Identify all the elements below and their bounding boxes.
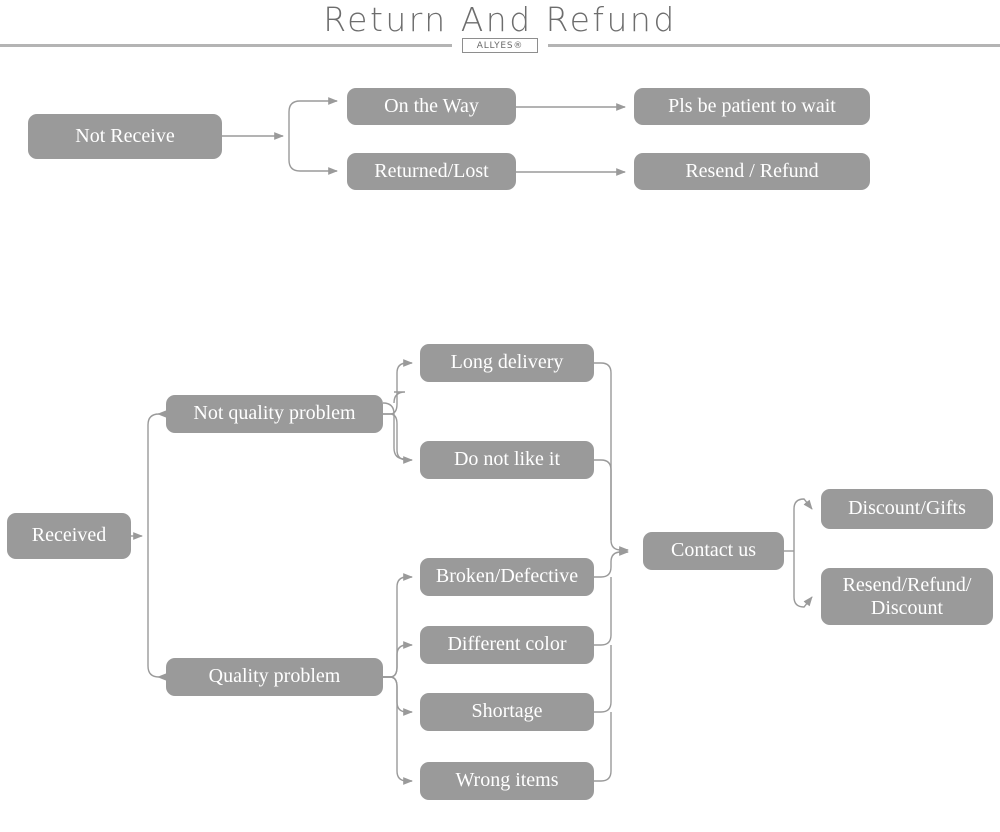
outcome-line-2: Discount [870, 596, 944, 619]
node-not-receive[interactable]: Not Receive [28, 114, 222, 159]
outcome-line-1: Resend/Refund/ [842, 574, 972, 597]
node-resend-refund[interactable]: Resend / Refund [634, 153, 870, 190]
brand-badge: ALLYES® [462, 38, 538, 53]
node-quality-problem[interactable]: Quality problem [166, 658, 383, 696]
node-pls-be-patient[interactable]: Pls be patient to wait [634, 88, 870, 125]
page-title: Return And Refund [323, 0, 677, 39]
header-rule-right [548, 44, 1000, 47]
node-wrong-items[interactable]: Wrong items [420, 762, 594, 800]
node-resend-refund-discount[interactable]: Resend/Refund/ Discount [821, 568, 993, 625]
node-not-quality-problem[interactable]: Not quality problem [166, 395, 383, 433]
node-long-delivery[interactable]: Long delivery [420, 344, 594, 382]
node-on-the-way[interactable]: On the Way [347, 88, 516, 125]
flowchart-page: Return And Refund ALLYES® Not Receive On… [0, 0, 1000, 832]
node-returned-lost[interactable]: Returned/Lost [347, 153, 516, 190]
node-broken-defective[interactable]: Broken/Defective [420, 558, 594, 596]
node-contact-us[interactable]: Contact us [643, 532, 784, 570]
page-header: Return And Refund ALLYES® [0, 0, 1000, 60]
node-discount-gifts[interactable]: Discount/Gifts [821, 489, 993, 529]
node-shortage[interactable]: Shortage [420, 693, 594, 731]
header-rule-left [0, 44, 452, 47]
node-do-not-like-it[interactable]: Do not like it [420, 441, 594, 479]
node-different-color[interactable]: Different color [420, 626, 594, 664]
node-received[interactable]: Received [7, 513, 131, 559]
